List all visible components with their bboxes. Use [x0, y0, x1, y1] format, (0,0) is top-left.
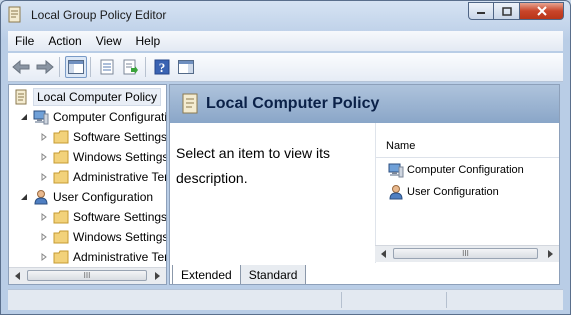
chevron-right-icon[interactable] [39, 172, 49, 182]
chevron-right-icon[interactable] [39, 132, 49, 142]
tree-item-label: Administrative Tem [73, 250, 167, 264]
list-horizontal-scrollbar[interactable]: III [375, 245, 559, 262]
list-item-computer-configuration[interactable]: Computer Configuration [388, 161, 524, 179]
show-action-pane-icon [178, 60, 194, 74]
scroll-right-icon[interactable] [545, 249, 555, 259]
show-action-pane-button[interactable] [175, 56, 197, 78]
properties-button[interactable] [96, 56, 118, 78]
menu-help[interactable]: Help [129, 34, 168, 48]
chevron-right-icon[interactable] [39, 252, 49, 262]
description-text: Select an item to view its description. [176, 145, 331, 186]
policy-scroll-icon [182, 93, 198, 114]
chevron-down-icon[interactable] [19, 112, 29, 122]
window-title: Local Group Policy Editor [31, 8, 167, 22]
minimize-icon [477, 12, 485, 14]
column-header-name[interactable]: Name [376, 135, 559, 158]
title-bar[interactable]: Local Group Policy Editor [1, 1, 570, 29]
details-header: Local Computer Policy [170, 85, 559, 123]
user-icon [34, 190, 48, 205]
policy-editor-icon [8, 6, 21, 23]
chevron-right-icon[interactable] [39, 152, 49, 162]
folder-icon [53, 130, 69, 144]
caption-buttons [468, 2, 564, 20]
tree-item-windows-settings[interactable]: Windows Settings [39, 227, 167, 247]
list-item-label: Computer Configuration [407, 164, 524, 176]
chevron-right-icon[interactable] [39, 212, 49, 222]
items-list[interactable]: Name Computer Configuration User Configu… [375, 123, 559, 263]
status-divider [446, 292, 447, 308]
tree-item-windows-settings[interactable]: Windows Settings [39, 147, 167, 167]
show-hide-tree-icon [68, 60, 84, 74]
chevron-right-icon[interactable] [39, 232, 49, 242]
forward-arrow-icon [36, 60, 54, 74]
policy-editor-window: Local Group Policy Editor File Action Vi… [0, 0, 571, 315]
column-header-label: Name [386, 140, 416, 152]
back-arrow-icon [12, 60, 30, 74]
tree-item-software-settings[interactable]: Software Settings [39, 207, 167, 227]
folder-icon [53, 150, 69, 164]
minimize-button[interactable] [468, 2, 494, 20]
view-tabs: Extended Standard [172, 265, 307, 284]
tree-item-user-configuration[interactable]: User Configuration [19, 187, 153, 207]
status-divider [341, 292, 342, 308]
forward-button[interactable] [34, 56, 56, 78]
toolbar: ? [8, 53, 563, 82]
toolbar-separator [90, 57, 91, 77]
menu-action[interactable]: Action [41, 34, 88, 48]
tree-item-label: Windows Settings [73, 230, 167, 244]
show-hide-tree-button[interactable] [65, 56, 87, 78]
policy-scroll-icon [15, 89, 27, 105]
tree-horizontal-scrollbar[interactable]: III [9, 267, 166, 284]
help-button[interactable]: ? [151, 56, 173, 78]
computer-icon [33, 110, 49, 125]
tree-item-label: Software Settings [73, 210, 167, 224]
export-list-icon [123, 59, 138, 75]
chevron-down-icon[interactable] [19, 192, 29, 202]
list-item-label: User Configuration [407, 186, 499, 198]
computer-icon [388, 163, 404, 178]
tree-item-administrative-templates[interactable]: Administrative Tem [39, 247, 167, 267]
tree-item-label: User Configuration [53, 190, 154, 204]
user-icon [389, 185, 403, 200]
export-list-button[interactable] [120, 56, 142, 78]
properties-icon [100, 59, 114, 75]
tree-item-label: Windows Settings [73, 150, 167, 164]
folder-icon [53, 250, 69, 264]
maximize-icon [501, 6, 512, 16]
tree-item-label: Software Settings [73, 130, 167, 144]
menu-file[interactable]: File [8, 34, 41, 48]
tree-item-software-settings[interactable]: Software Settings [39, 127, 167, 147]
tree-item-label: Computer Configuratio [53, 110, 167, 124]
maximize-button[interactable] [494, 2, 520, 20]
close-icon [536, 6, 547, 16]
svg-text:?: ? [159, 60, 166, 75]
details-pane: Local Computer Policy Select an item to … [169, 84, 560, 285]
scroll-right-icon[interactable] [152, 271, 162, 281]
console-tree[interactable]: Local Computer Policy Computer Configura… [8, 84, 167, 285]
tree-item-computer-configuration[interactable]: Computer Configuratio [19, 107, 167, 127]
tab-extended[interactable]: Extended [172, 265, 241, 284]
list-item-user-configuration[interactable]: User Configuration [388, 183, 499, 201]
tree-root-label: Local Computer Policy [33, 88, 162, 106]
folder-icon [53, 210, 69, 224]
help-icon: ? [154, 59, 170, 75]
folder-icon [53, 230, 69, 244]
toolbar-separator [145, 57, 146, 77]
scrollbar-thumb[interactable]: III [393, 248, 538, 259]
toolbar-separator [59, 57, 60, 77]
details-title: Local Computer Policy [206, 95, 380, 112]
tree-item-label: Administrative Tem [73, 170, 167, 184]
scroll-left-icon[interactable] [379, 249, 389, 259]
scroll-left-icon[interactable] [13, 271, 23, 281]
menu-bar: File Action View Help [8, 31, 563, 51]
tree-root[interactable]: Local Computer Policy [13, 87, 162, 107]
menu-view[interactable]: View [89, 34, 129, 48]
tree-item-administrative-templates[interactable]: Administrative Tem [39, 167, 167, 187]
close-button[interactable] [520, 2, 564, 20]
back-button[interactable] [10, 56, 32, 78]
tab-standard[interactable]: Standard [239, 265, 307, 284]
status-bar [8, 289, 563, 310]
scrollbar-thumb[interactable]: III [27, 270, 147, 281]
folder-icon [53, 170, 69, 184]
